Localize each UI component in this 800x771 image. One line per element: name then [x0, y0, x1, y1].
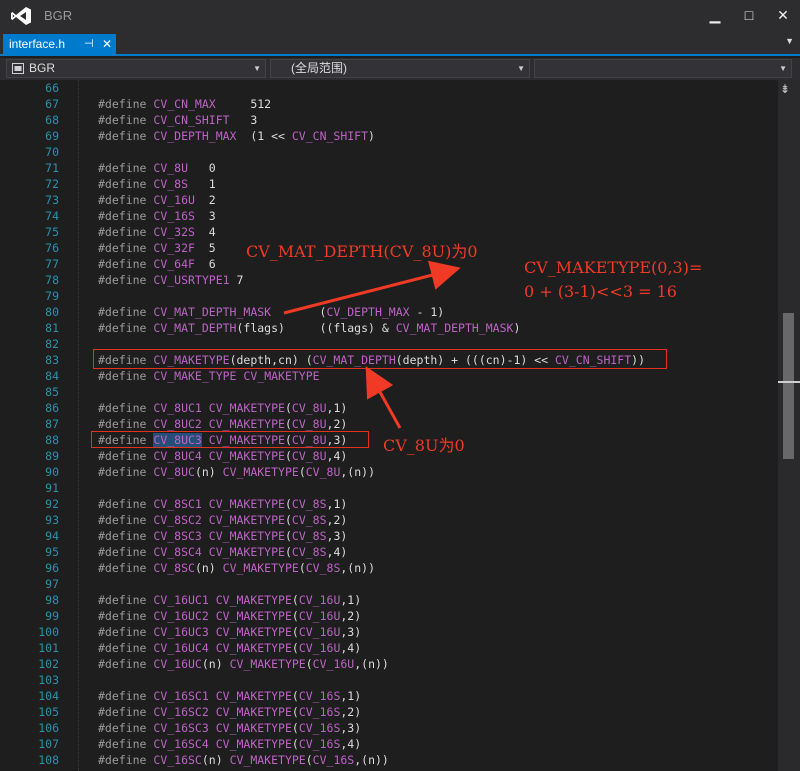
annotation-arrows [283, 260, 461, 429]
arrow-to-maketype-note [283, 260, 461, 315]
split-window-icon[interactable]: ⇟ [780, 82, 790, 96]
vertical-scrollbar[interactable]: ⇟ [778, 80, 800, 771]
annotation-cv8u: CV_8U为0 [383, 436, 465, 455]
arrow-to-cv8u [365, 366, 402, 429]
annotation-mat-depth: CV_MAT_DEPTH(CV_8U)为0 [246, 242, 478, 261]
annotation-maketype-line2: 0 + (3-1)<<3 = 16 [524, 282, 677, 301]
scroll-position-marker [778, 381, 800, 383]
annotation-maketype-line1: CV_MAKETYPE(0,3)= [524, 258, 703, 277]
scrollbar-thumb[interactable] [783, 313, 794, 459]
